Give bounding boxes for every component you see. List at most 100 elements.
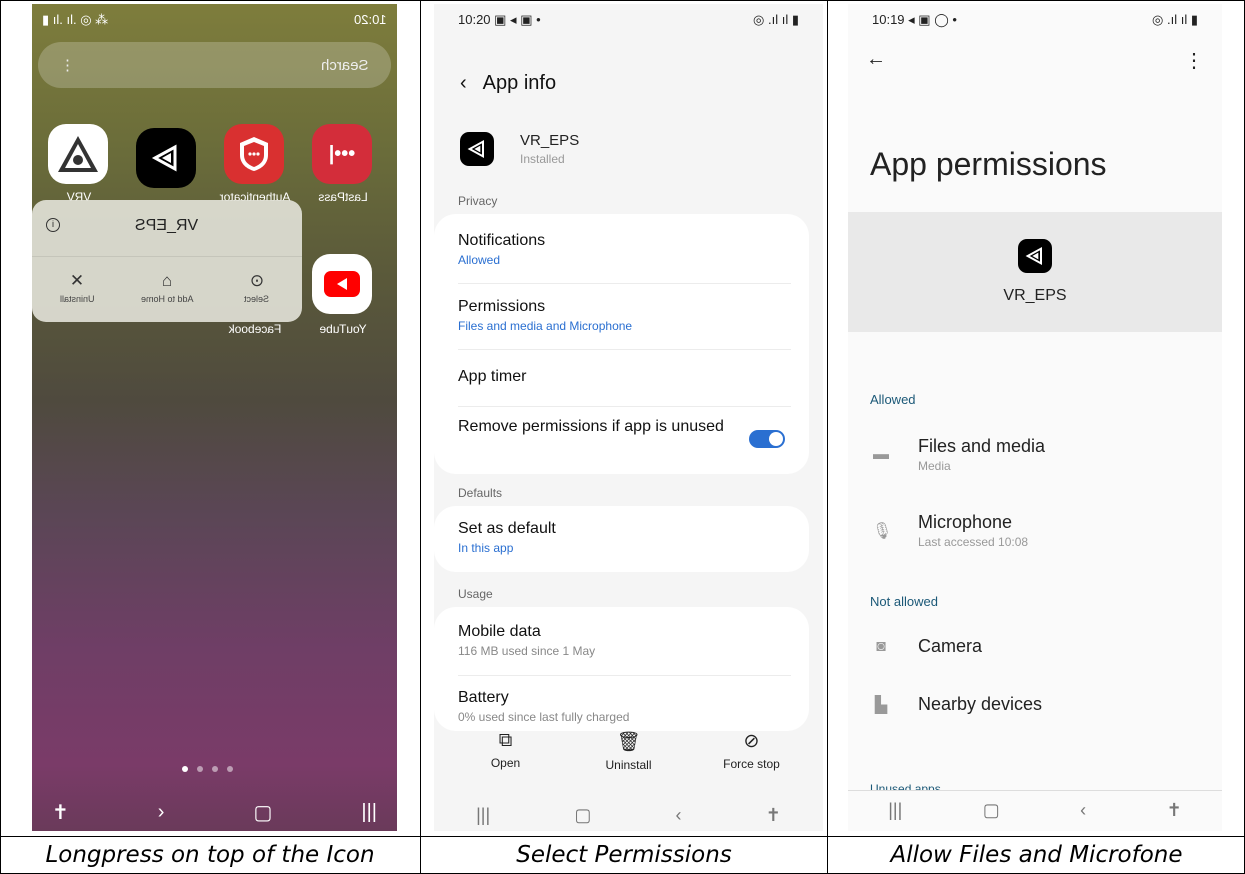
back-arrow-icon[interactable]: ←	[866, 48, 886, 73]
uninstall-action[interactable]: ✕ Uninstall	[32, 257, 122, 318]
status-bar: ▮ ıl. ıl. ◎ ⁂ 10:20	[42, 12, 387, 28]
lastpass-icon: |•••	[328, 142, 356, 165]
more-icon[interactable]: ⋮	[60, 56, 75, 74]
button-label: Uninstall	[605, 758, 652, 772]
popup-actions: ✕ Uninstall ⌂ Add to Home ⊙ Select	[32, 256, 302, 318]
camera-permission[interactable]: ◙ Camera	[872, 636, 1202, 657]
item-title: App timer	[458, 368, 527, 385]
home-screen-panel: ▮ ıl. ıl. ◎ ⁂ 10:20 ⋮ Search |••• VRV Au…	[32, 4, 397, 831]
status-time: 10:19	[872, 12, 905, 27]
back-icon[interactable]: ‹	[676, 805, 682, 826]
permission-title: Nearby devices	[918, 694, 1043, 714]
divider	[458, 349, 791, 350]
page-dot[interactable]	[197, 766, 203, 772]
search-bar[interactable]: ⋮ Search	[38, 42, 391, 88]
not-allowed-group-label: Not allowed	[870, 594, 938, 609]
app-header: VR_EPS	[848, 212, 1222, 332]
recents-icon[interactable]: |||	[476, 805, 490, 826]
vr-eps-app-icon[interactable]	[136, 128, 196, 188]
top-bar: ← ⋮	[866, 48, 1204, 73]
youtube-app-icon[interactable]	[312, 254, 372, 314]
remove-permissions-item[interactable]: Remove permissions if app is unused	[458, 418, 729, 436]
nearby-devices-permission[interactable]: ▙ Nearby devices	[872, 694, 1202, 715]
files-media-permission[interactable]: ▬ Files and media Media	[872, 436, 1202, 473]
youtube-play-icon	[324, 271, 360, 297]
folder-icon: ▬	[873, 445, 889, 463]
action-label: Select	[244, 294, 270, 304]
page-dot[interactable]	[182, 766, 188, 772]
mobile-data-item[interactable]: Mobile data 116 MB used since 1 May	[458, 623, 791, 658]
search-placeholder: Search	[321, 56, 369, 74]
back-icon[interactable]: ‹	[1080, 800, 1086, 821]
unity-logo-icon	[460, 132, 494, 166]
item-subtitle: 0% used since last fully charged	[458, 710, 630, 724]
accessibility-icon[interactable]: ✝	[1167, 800, 1182, 821]
app-info-panel: 10:20 ▣ ◂ ▣ • ◎ .ıl ıl ▮ ‹ App info VR_E…	[434, 4, 823, 831]
item-subtitle: In this app	[458, 541, 514, 555]
home-button-icon[interactable]: ▢	[983, 800, 1000, 821]
uninstall-button[interactable]: 🗑 Uninstall	[584, 730, 674, 772]
caption-3: Allow Files and Microfone	[890, 842, 1183, 868]
page-indicator	[182, 766, 233, 772]
action-label: Uninstall	[59, 294, 95, 304]
app-context-popup: i VR_EPS ✕ Uninstall ⌂ Add to Home ⊙ Sel…	[32, 200, 302, 322]
app-status: Installed	[520, 152, 565, 166]
app-label: YouTube	[319, 322, 367, 336]
select-action[interactable]: ⊙ Select	[212, 257, 302, 318]
notifications-item[interactable]: Notifications Allowed	[458, 232, 791, 267]
battery-item[interactable]: Battery 0% used since last fully charged	[458, 689, 791, 724]
open-external-icon: ⧉	[498, 730, 513, 751]
force-stop-button[interactable]: ⊘ Force stop	[707, 730, 797, 772]
microphone-icon: 🎙	[872, 522, 893, 540]
app-name: VR_EPS	[1003, 287, 1067, 304]
set-default-item[interactable]: Set as default In this app	[458, 520, 791, 555]
status-time: 10:20	[354, 12, 387, 27]
permissions-item[interactable]: Permissions Files and media and Micropho…	[458, 298, 791, 333]
permission-subtitle: Media	[918, 459, 951, 473]
unity-logo-icon	[1018, 239, 1052, 273]
item-title: Set as default	[458, 520, 556, 537]
camera-icon: ◙	[876, 637, 886, 655]
permission-title: Camera	[918, 636, 983, 656]
back-icon[interactable]: ›	[158, 801, 165, 824]
lastpass-app-icon[interactable]: |•••	[312, 124, 372, 184]
home-button-icon[interactable]: ▢	[253, 800, 272, 825]
back-icon[interactable]: ‹	[460, 72, 467, 95]
status-bar: 10:20 ▣ ◂ ▣ • ◎ .ıl ıl ▮	[458, 12, 799, 27]
button-label: Open	[490, 756, 521, 770]
recents-icon[interactable]: |||	[888, 800, 902, 821]
more-options-icon[interactable]: ⋮	[1184, 48, 1204, 73]
permission-subtitle: Last accessed 10:08	[918, 535, 1029, 549]
accessibility-icon[interactable]: ✝	[766, 805, 781, 826]
info-icon[interactable]: i	[46, 218, 60, 232]
app-name: VR_EPS	[520, 132, 580, 149]
item-subtitle: Allowed	[458, 253, 501, 267]
permission-title: Microphone	[918, 512, 1013, 532]
page-dot[interactable]	[212, 766, 218, 772]
item-subtitle: 116 MB used since 1 May	[458, 644, 596, 658]
remove-permissions-toggle[interactable]	[749, 430, 785, 448]
popup-header: i VR_EPS	[32, 200, 302, 252]
stop-icon: ⊘	[743, 731, 760, 752]
divider	[420, 0, 421, 874]
authenticator-app-icon[interactable]	[224, 124, 284, 184]
app-permissions-panel: 10:19 ◂ ▣ ◯ • ◎ .ıl ıl ▮ ← ⋮ App permiss…	[848, 4, 1222, 831]
open-button[interactable]: ⧉ Open	[461, 730, 551, 772]
vrv-app-icon[interactable]	[48, 124, 108, 184]
page-dot[interactable]	[227, 766, 233, 772]
button-label: Force stop	[723, 757, 780, 771]
item-subtitle: Files and media and Microphone	[458, 319, 633, 333]
recents-icon[interactable]: |||	[361, 801, 377, 824]
add-to-home-action[interactable]: ⌂ Add to Home	[122, 257, 212, 318]
app-timer-item[interactable]: App timer	[458, 368, 791, 386]
item-title: Permissions	[458, 298, 546, 315]
divider	[458, 406, 791, 407]
home-button-icon[interactable]: ▢	[574, 805, 591, 826]
bottom-actions: ⧉ Open 🗑 Uninstall ⊘ Force stop	[434, 730, 823, 772]
navigation-bar: ✝ › ▢ |||	[32, 794, 397, 830]
microphone-permission[interactable]: 🎙 Microphone Last accessed 10:08	[872, 512, 1202, 549]
allowed-group-label: Allowed	[870, 392, 916, 407]
accessibility-icon[interactable]: ✝	[52, 800, 69, 825]
app-info-header: ‹ App info	[460, 72, 556, 95]
app-header: VR_EPS Installed	[460, 132, 579, 166]
